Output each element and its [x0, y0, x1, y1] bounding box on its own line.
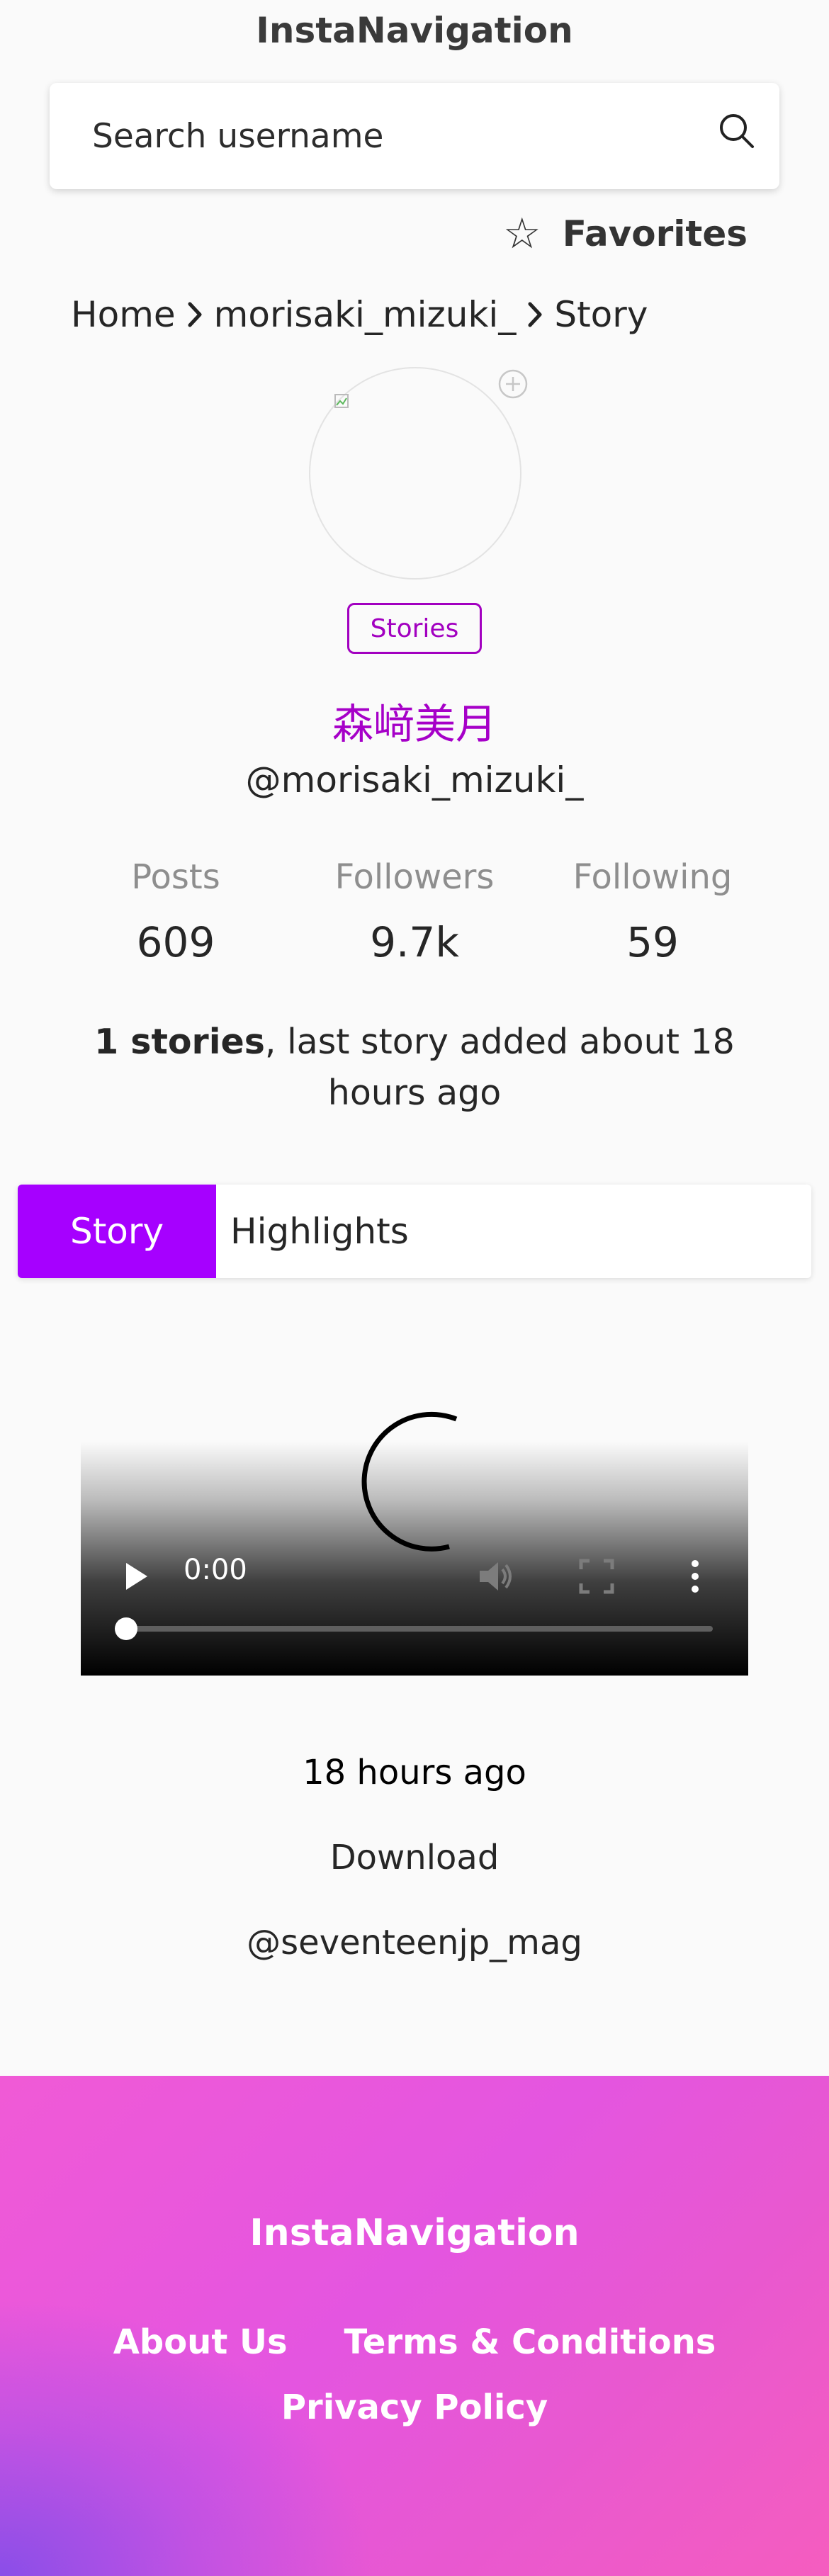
- broken-image-icon: [334, 394, 349, 408]
- stat-value: 609: [136, 918, 215, 966]
- download-button[interactable]: Download: [0, 1838, 829, 1877]
- profile-username: @morisaki_mizuki_: [245, 759, 584, 801]
- stories-badge[interactable]: Stories: [347, 603, 482, 654]
- profile-full-name: 森﨑美月: [332, 700, 497, 748]
- content-tabs: Story Highlights: [18, 1185, 811, 1278]
- fullscreen-icon[interactable]: [577, 1557, 616, 1596]
- favorites-button[interactable]: ☆ Favorites: [503, 205, 748, 262]
- chevron-right-icon: [188, 302, 202, 327]
- story-summary: 1 stories, last story added about 18 hou…: [43, 1017, 786, 1119]
- stat-label: Posts: [131, 857, 220, 897]
- video-player[interactable]: 0:00: [81, 1406, 748, 1676]
- footer-link-about[interactable]: About Us: [113, 2322, 288, 2362]
- footer-title[interactable]: InstaNavigation: [0, 2212, 829, 2254]
- play-icon[interactable]: [122, 1559, 150, 1594]
- volume-icon[interactable]: [474, 1555, 517, 1598]
- more-options-icon[interactable]: [687, 1555, 704, 1598]
- search-icon[interactable]: [716, 110, 758, 152]
- site-footer: InstaNavigation About Us Terms & Conditio…: [0, 2076, 829, 2576]
- stat-followers: Followers 9.7k: [294, 857, 535, 966]
- star-icon: ☆: [502, 209, 541, 259]
- breadcrumb: Home morisaki_mizuki_ Story: [71, 286, 648, 343]
- summary-count: 1 stories: [94, 1022, 265, 1062]
- chevron-right-icon: [528, 302, 542, 327]
- summary-text: , last story added about 18 hours ago: [264, 1022, 735, 1113]
- breadcrumb-current: Story: [554, 294, 648, 335]
- stat-label: Followers: [334, 857, 495, 897]
- footer-links: About Us Terms & Conditions Privacy Polic…: [0, 2310, 829, 2440]
- seek-handle[interactable]: [115, 1617, 137, 1640]
- site-title[interactable]: InstaNavigation: [0, 10, 829, 51]
- breadcrumb-profile[interactable]: morisaki_mizuki_: [214, 294, 517, 335]
- story-timestamp: 18 hours ago: [303, 1753, 526, 1792]
- favorites-label: Favorites: [562, 213, 748, 254]
- add-favorite-icon[interactable]: [496, 367, 530, 401]
- video-time: 0:00: [184, 1554, 247, 1586]
- seek-bar[interactable]: [125, 1626, 713, 1632]
- stat-label: Following: [573, 857, 733, 897]
- avatar[interactable]: [309, 367, 521, 580]
- breadcrumb-home[interactable]: Home: [71, 294, 176, 335]
- stat-value: 59: [626, 918, 679, 966]
- tab-story[interactable]: Story: [18, 1185, 216, 1278]
- search-input[interactable]: Search username: [50, 83, 779, 189]
- stat-posts: Posts 609: [55, 857, 296, 966]
- tab-highlights[interactable]: Highlights: [216, 1185, 409, 1278]
- footer-link-terms[interactable]: Terms & Conditions: [344, 2322, 716, 2362]
- footer-link-privacy[interactable]: Privacy Policy: [28, 2375, 801, 2440]
- search-placeholder: Search username: [92, 117, 384, 156]
- stat-value: 9.7k: [370, 918, 459, 966]
- stat-following: Following 59: [532, 857, 773, 966]
- loading-spinner-icon: [361, 1411, 458, 1552]
- story-mention-link[interactable]: @seventeenjp_mag: [0, 1923, 829, 1962]
